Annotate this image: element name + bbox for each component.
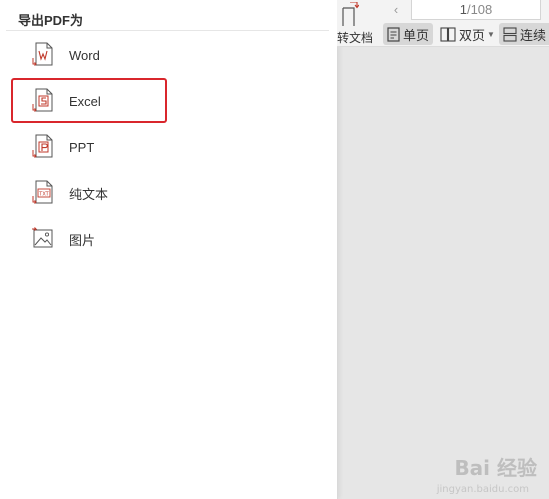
double-page-button[interactable]: 双页 ▼ [436,23,499,45]
single-page-label: 单页 [403,27,430,43]
export-txt-label: 纯文本 [69,186,109,202]
export-menu: Word Excel PPT TXT 纯文本 图片 [0,32,337,262]
total-pages: /108 [466,2,493,17]
svg-text:TXT: TXT [38,191,49,197]
baidu-jingyan-watermark: Bai 经验 [454,456,537,480]
single-page-icon [387,26,400,42]
previous-page-button[interactable]: ‹ [387,1,405,19]
convert-document-label: 转文档 [337,31,374,45]
reader-toolbar: 转文档 ‹ 1/108 单页 双页 ▼ 连续 [337,0,549,47]
double-page-label: 双页 [459,27,486,43]
export-word-item[interactable]: Word [0,32,337,78]
excel-export-icon [32,88,53,112]
image-export-icon [32,227,53,248]
txt-export-icon: TXT [32,180,53,204]
single-page-button[interactable]: 单页 [383,23,434,45]
page-number-input[interactable]: 1/108 [411,0,541,20]
export-image-label: 图片 [69,232,96,248]
current-page: 1 [459,2,467,17]
continuous-page-icon [503,26,517,42]
export-image-item[interactable]: 图片 [0,216,337,262]
export-word-label: Word [69,47,100,63]
chevron-down-icon: ▼ [487,29,495,39]
convert-document-icon [342,2,359,26]
word-export-icon [32,42,53,66]
panel-title: 导出PDF为 [18,13,84,28]
export-ppt-item[interactable]: PPT [0,124,337,170]
ppt-export-icon [32,134,53,158]
convert-document-button[interactable]: 转文档 [337,0,377,46]
watermark-url: jingyan.baidu.com [436,484,529,495]
panel-divider [6,30,329,31]
double-page-icon [440,26,456,42]
export-pdf-panel: 导出PDF为 Word Excel PPT TXT 纯文本 图片 [0,0,338,499]
export-txt-item[interactable]: TXT 纯文本 [0,170,337,216]
continuous-label: 连续 [520,27,547,43]
export-ppt-label: PPT [69,139,95,155]
export-excel-item[interactable]: Excel [0,78,337,124]
export-excel-label: Excel [69,93,101,109]
continuous-button[interactable]: 连续 [499,23,549,45]
chevron-left-icon: ‹ [393,2,399,17]
